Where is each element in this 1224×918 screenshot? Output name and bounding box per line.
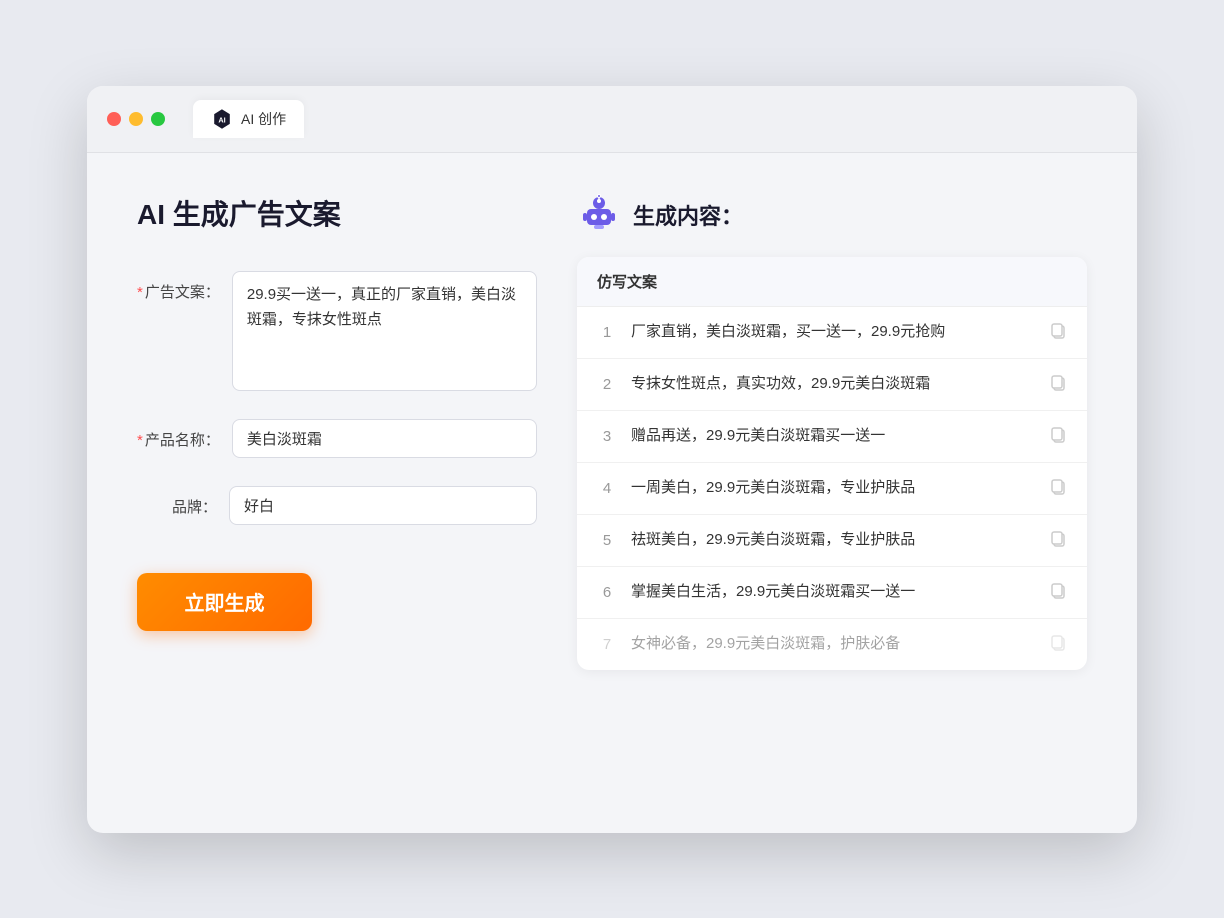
copy-icon[interactable] (1049, 633, 1067, 656)
copy-icon[interactable] (1049, 321, 1067, 344)
robot-icon (577, 193, 621, 237)
brand-group: 品牌： 好白 (137, 486, 537, 525)
content-area: AI 生成广告文案 *广告文案： 29.9买一送一，真正的厂家直销，美白淡斑霜，… (87, 153, 1137, 833)
svg-text:AI: AI (218, 115, 225, 124)
table-header: 仿写文案 (577, 257, 1087, 307)
ad-copy-label: *广告文案： (137, 271, 220, 302)
copy-icon[interactable] (1049, 373, 1067, 396)
product-name-label: *产品名称： (137, 419, 220, 450)
ai-creation-tab[interactable]: AI AI 创作 (193, 100, 304, 138)
row-number: 7 (597, 636, 617, 653)
row-number: 3 (597, 428, 617, 445)
row-text: 女神必备，29.9元美白淡斑霜，护肤必备 (631, 633, 1035, 656)
results-title: 生成内容： (633, 199, 743, 231)
tab-label: AI 创作 (241, 109, 286, 129)
ad-copy-group: *广告文案： 29.9买一送一，真正的厂家直销，美白淡斑霜，专抹女性斑点 (137, 271, 537, 391)
results-table: 仿写文案 1 厂家直销，美白淡斑霜，买一送一，29.9元抢购 2 专抹女性斑点，真实功… (577, 257, 1087, 670)
result-row: 5 祛斑美白，29.9元美白淡斑霜，专业护肤品 (577, 515, 1087, 567)
result-row: 2 专抹女性斑点，真实功效，29.9元美白淡斑霜 (577, 359, 1087, 411)
ad-copy-required: * (137, 284, 143, 301)
left-panel: AI 生成广告文案 *广告文案： 29.9买一送一，真正的厂家直销，美白淡斑霜，… (137, 193, 537, 793)
row-text: 祛斑美白，29.9元美白淡斑霜，专业护肤品 (631, 529, 1035, 552)
title-bar: AI AI 创作 (87, 86, 1137, 153)
product-name-input[interactable]: 美白淡斑霜 (232, 419, 537, 458)
generate-button[interactable]: 立即生成 (137, 573, 312, 631)
row-text: 掌握美白生活，29.9元美白淡斑霜买一送一 (631, 581, 1035, 604)
result-row: 6 掌握美白生活，29.9元美白淡斑霜买一送一 (577, 567, 1087, 619)
page-title: AI 生成广告文案 (137, 193, 537, 233)
close-button[interactable] (107, 112, 121, 126)
traffic-lights (107, 112, 165, 126)
copy-icon[interactable] (1049, 425, 1067, 448)
row-number: 4 (597, 480, 617, 497)
row-text: 赠品再送，29.9元美白淡斑霜买一送一 (631, 425, 1035, 448)
result-row: 7 女神必备，29.9元美白淡斑霜，护肤必备 (577, 619, 1087, 670)
row-text: 厂家直销，美白淡斑霜，买一送一，29.9元抢购 (631, 321, 1035, 344)
row-text: 一周美白，29.9元美白淡斑霜，专业护肤品 (631, 477, 1035, 500)
row-text: 专抹女性斑点，真实功效，29.9元美白淡斑霜 (631, 373, 1035, 396)
browser-window: AI AI 创作 AI 生成广告文案 *广告文案： 29.9买一送一，真正的厂家… (87, 86, 1137, 833)
brand-input[interactable]: 好白 (229, 486, 537, 525)
row-number: 2 (597, 376, 617, 393)
results-list: 1 厂家直销，美白淡斑霜，买一送一，29.9元抢购 2 专抹女性斑点，真实功效，29.… (577, 307, 1087, 670)
right-panel: 生成内容： 仿写文案 1 厂家直销，美白淡斑霜，买一送一，29.9元抢购 2 专抹女性… (577, 193, 1087, 793)
row-number: 6 (597, 584, 617, 601)
results-header: 生成内容： (577, 193, 1087, 237)
row-number: 1 (597, 324, 617, 341)
copy-icon[interactable] (1049, 581, 1067, 604)
result-row: 3 赠品再送，29.9元美白淡斑霜买一送一 (577, 411, 1087, 463)
maximize-button[interactable] (151, 112, 165, 126)
copy-icon[interactable] (1049, 529, 1067, 552)
result-row: 4 一周美白，29.9元美白淡斑霜，专业护肤品 (577, 463, 1087, 515)
ai-tab-icon: AI (211, 108, 233, 130)
copy-icon[interactable] (1049, 477, 1067, 500)
product-name-required: * (137, 432, 143, 449)
row-number: 5 (597, 532, 617, 549)
brand-label: 品牌： (137, 486, 217, 517)
result-row: 1 厂家直销，美白淡斑霜，买一送一，29.9元抢购 (577, 307, 1087, 359)
product-name-group: *产品名称： 美白淡斑霜 (137, 419, 537, 458)
ad-copy-input[interactable]: 29.9买一送一，真正的厂家直销，美白淡斑霜，专抹女性斑点 (232, 271, 537, 391)
minimize-button[interactable] (129, 112, 143, 126)
